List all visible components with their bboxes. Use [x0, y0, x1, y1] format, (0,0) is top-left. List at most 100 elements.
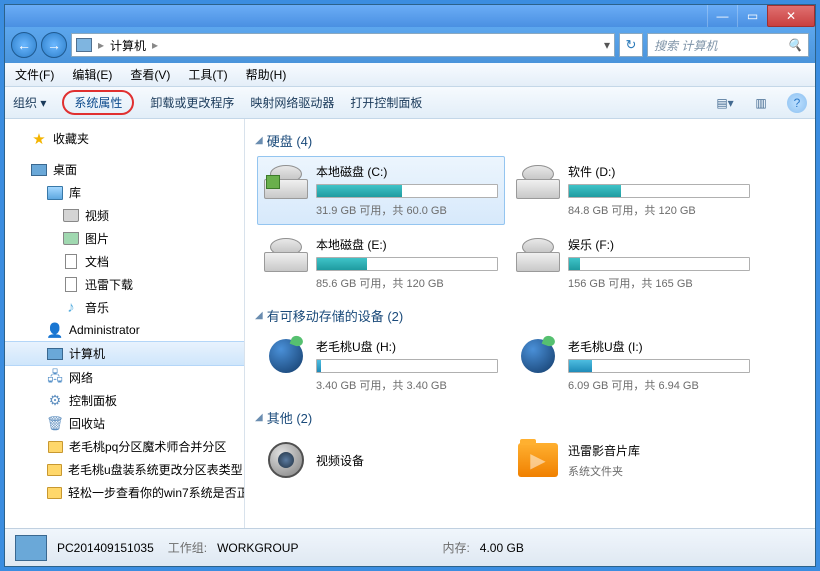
sidebar-item-desktop[interactable]: 桌面	[5, 158, 244, 181]
drive-name: 本地磁盘 (C:)	[316, 163, 498, 180]
drive-name: 本地磁盘 (E:)	[316, 236, 498, 253]
sidebar-label: 桌面	[53, 161, 77, 178]
drive-name: 老毛桃U盘 (I:)	[568, 338, 750, 355]
computer-icon	[47, 348, 63, 360]
search-placeholder: 搜索 计算机	[654, 37, 717, 54]
sidebar-item-computer[interactable]: 计算机	[5, 341, 244, 366]
section-other[interactable]: ◢其他 (2)	[255, 402, 805, 431]
search-input[interactable]: 搜索 计算机 🔍	[647, 33, 809, 57]
item-video-device[interactable]: 视频设备	[257, 433, 505, 487]
drive-icon	[516, 163, 560, 199]
music-icon: ♪	[63, 300, 79, 316]
capacity-bar	[316, 257, 498, 271]
address-bar[interactable]: ▸ 计算机 ▸ ▾	[71, 33, 615, 57]
control-panel-icon: ⚙	[47, 393, 63, 409]
sidebar-item-network[interactable]: 🖧网络	[5, 366, 244, 389]
sidebar-item-favorites[interactable]: ★收藏夹	[5, 127, 244, 150]
sidebar-label: 控制面板	[69, 392, 117, 409]
folder-icon	[47, 487, 62, 499]
collapse-icon: ◢	[255, 310, 263, 321]
drive-c[interactable]: 本地磁盘 (C:) 31.9 GB 可用，共 60.0 GB	[257, 156, 505, 225]
tool-bar: 组织 ▾ 系统属性 卸载或更改程序 映射网络驱动器 打开控制面板 ▤▾ ▥ ?	[5, 87, 815, 119]
sidebar-label: 迅雷下载	[85, 276, 133, 293]
drive-f[interactable]: 娱乐 (F:) 156 GB 可用，共 165 GB	[509, 229, 757, 298]
usb-icon	[264, 338, 308, 374]
breadcrumb-path[interactable]: 计算机	[110, 37, 146, 54]
drive-h[interactable]: 老毛桃U盘 (H:) 3.40 GB 可用，共 3.40 GB	[257, 331, 505, 400]
body: ★收藏夹 桌面 库 视频 图片 文档 迅雷下载 ♪ 音乐 👤Administrat…	[5, 119, 815, 528]
drive-e[interactable]: 本地磁盘 (E:) 85.6 GB 可用，共 120 GB	[257, 229, 505, 298]
titlebar: — ▭ ✕	[5, 5, 815, 27]
collapse-icon: ◢	[255, 135, 263, 146]
drive-icon	[264, 163, 308, 199]
map-drive-button[interactable]: 映射网络驱动器	[250, 94, 334, 111]
search-icon[interactable]: 🔍	[787, 38, 802, 52]
user-icon: 👤	[47, 322, 63, 338]
view-mode-button[interactable]: ▤▾	[715, 93, 735, 113]
section-title: 硬盘 (4)	[267, 131, 313, 150]
sidebar: ★收藏夹 桌面 库 视频 图片 文档 迅雷下载 ♪ 音乐 👤Administrat…	[5, 119, 245, 528]
sidebar-item-pictures[interactable]: 图片	[5, 227, 244, 250]
sidebar-item-recycle-bin[interactable]: 🗑回收站	[5, 412, 244, 435]
status-workgroup: WORKGROUP	[217, 541, 298, 555]
minimize-button[interactable]: —	[707, 5, 737, 27]
computer-icon	[15, 535, 47, 561]
sidebar-item-libraries[interactable]: 库	[5, 181, 244, 204]
section-removable[interactable]: ◢有可移动存储的设备 (2)	[255, 300, 805, 329]
drive-icon	[516, 236, 560, 272]
folder-icon	[47, 464, 62, 476]
drive-stat: 3.40 GB 可用，共 3.40 GB	[316, 377, 498, 393]
menu-help[interactable]: 帮助(H)	[242, 64, 291, 85]
menu-tools[interactable]: 工具(T)	[184, 64, 231, 85]
sidebar-item-videos[interactable]: 视频	[5, 204, 244, 227]
menu-file[interactable]: 文件(F)	[11, 64, 58, 85]
close-button[interactable]: ✕	[767, 5, 815, 27]
sidebar-label: 计算机	[69, 345, 105, 362]
sidebar-label: 库	[69, 184, 81, 201]
item-xunlei-library[interactable]: ▶ 迅雷影音片库 系统文件夹	[509, 433, 757, 487]
sidebar-item-administrator[interactable]: 👤Administrator	[5, 319, 244, 341]
status-memory-label: 内存:	[442, 539, 469, 556]
sidebar-label: 图片	[85, 230, 109, 247]
computer-icon	[76, 38, 92, 52]
item-name: 视频设备	[316, 452, 498, 469]
sidebar-item-folder[interactable]: 老毛桃u盘装系统更改分区表类型	[5, 458, 244, 481]
forward-button[interactable]: →	[41, 32, 67, 58]
camera-icon	[264, 440, 308, 480]
help-icon[interactable]: ?	[787, 93, 807, 113]
maximize-button[interactable]: ▭	[737, 5, 767, 27]
menu-view[interactable]: 查看(V)	[126, 64, 174, 85]
sidebar-item-folder[interactable]: 轻松一步查看你的win7系统是否正	[5, 481, 244, 504]
control-panel-button[interactable]: 打开控制面板	[350, 94, 422, 111]
organize-button[interactable]: 组织 ▾	[13, 94, 46, 111]
drive-icon	[264, 236, 308, 272]
uninstall-button[interactable]: 卸载或更改程序	[150, 94, 234, 111]
document-icon	[65, 254, 77, 269]
usb-icon	[516, 338, 560, 374]
menu-edit[interactable]: 编辑(E)	[68, 64, 116, 85]
sidebar-label: 文档	[85, 253, 109, 270]
system-properties-button[interactable]: 系统属性	[62, 90, 134, 115]
back-button[interactable]: ←	[11, 32, 37, 58]
sidebar-item-control-panel[interactable]: ⚙ 控制面板	[5, 389, 244, 412]
address-dropdown[interactable]: ▾	[604, 38, 610, 52]
sidebar-item-xunlei-dl[interactable]: 迅雷下载	[5, 273, 244, 296]
sidebar-item-documents[interactable]: 文档	[5, 250, 244, 273]
sidebar-item-folder[interactable]: 老毛桃pq分区魔术师合并分区	[5, 435, 244, 458]
sidebar-item-music[interactable]: ♪ 音乐	[5, 296, 244, 319]
drive-name: 娱乐 (F:)	[568, 236, 750, 253]
refresh-button[interactable]: ↻	[619, 33, 643, 57]
breadcrumb-sep: ▸	[150, 38, 160, 52]
collapse-icon: ◢	[255, 412, 263, 423]
drive-d[interactable]: 软件 (D:) 84.8 GB 可用，共 120 GB	[509, 156, 757, 225]
explorer-window: — ▭ ✕ ← → ▸ 计算机 ▸ ▾ ↻ 搜索 计算机 🔍 文件(F) 编辑(…	[4, 4, 816, 567]
item-subtext: 系统文件夹	[568, 463, 750, 479]
section-hard-drives[interactable]: ◢ 硬盘 (4)	[255, 125, 805, 154]
sidebar-label: 音乐	[85, 299, 109, 316]
status-memory: 4.00 GB	[480, 541, 524, 555]
network-icon: 🖧	[47, 370, 63, 386]
sidebar-label: 视频	[85, 207, 109, 224]
drive-i[interactable]: 老毛桃U盘 (I:) 6.09 GB 可用，共 6.94 GB	[509, 331, 757, 400]
drive-stat: 84.8 GB 可用，共 120 GB	[568, 202, 750, 218]
preview-pane-button[interactable]: ▥	[751, 93, 771, 113]
